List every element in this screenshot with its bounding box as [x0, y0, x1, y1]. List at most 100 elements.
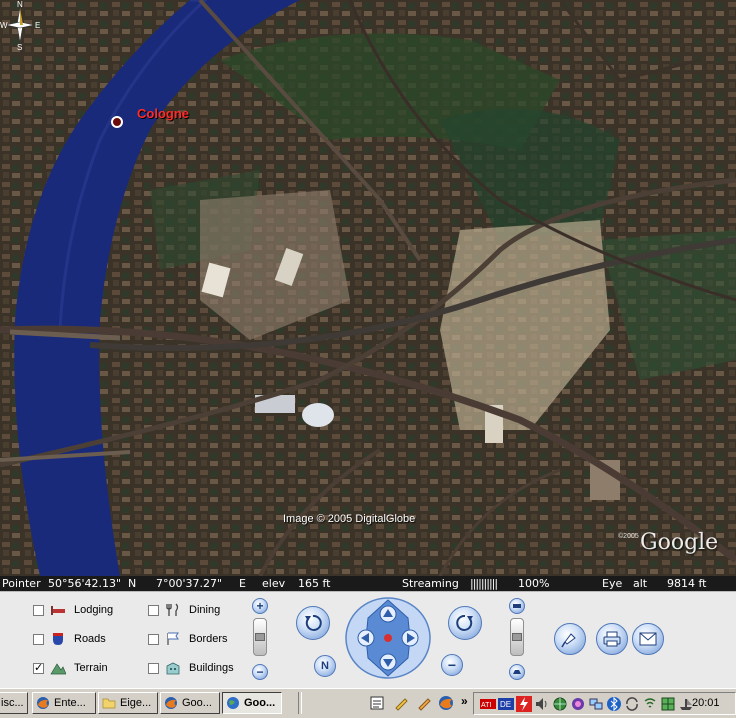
eye-altitude-value: 9814 ft — [667, 577, 707, 590]
google-logo: Google — [640, 530, 719, 555]
zoom-out-round-button[interactable]: − — [441, 654, 463, 676]
pointer-latitude: 50°56'42.13" — [48, 577, 122, 590]
placemark-button[interactable] — [554, 623, 586, 655]
fork-knife-icon — [166, 603, 179, 616]
layer-roads[interactable]: Roads — [33, 631, 133, 651]
control-panel: Lodging Roads ✓ Terrain Dining Borders B… — [0, 591, 736, 688]
lodging-label: Lodging — [74, 604, 114, 616]
layer-terrain[interactable]: ✓ Terrain — [33, 660, 133, 680]
compass-w-label: W — [0, 21, 8, 30]
latitude-hemisphere: N — [128, 577, 137, 590]
pointer-longitude: 7°00'37.27" — [156, 577, 223, 590]
rotate-cw-icon — [456, 614, 473, 631]
taskbar-button-2[interactable]: Ente... — [32, 692, 96, 714]
sync-icon[interactable] — [624, 696, 640, 712]
tilt-up-button[interactable] — [509, 598, 525, 614]
compass-s-label: S — [17, 43, 22, 50]
dining-label: Dining — [189, 604, 221, 616]
taskbar-button-1[interactable]: isc... — [0, 692, 28, 714]
streaming-progress-bar: |||||||||| — [470, 577, 498, 590]
volume-icon[interactable] — [534, 696, 550, 712]
taskbar-button-4-label: Goo... — [182, 697, 212, 709]
taskbar-button-5-label: Goo... — [244, 697, 276, 709]
system-clock[interactable]: 20:01 — [692, 697, 720, 709]
borders-label: Borders — [189, 633, 228, 645]
lightning-icon[interactable] — [516, 696, 532, 712]
taskbar-button-3[interactable]: Eige... — [98, 692, 158, 714]
zoom-out-button[interactable]: − — [252, 664, 268, 680]
taskbar-button-1-label: isc... — [1, 697, 24, 709]
tilt-down-icon — [513, 670, 521, 674]
email-button[interactable] — [632, 623, 664, 655]
bluetooth-icon[interactable] — [606, 696, 622, 712]
layer-dining[interactable]: Dining — [148, 602, 248, 622]
quicklaunch-notepad-icon[interactable] — [369, 695, 385, 711]
place-marker-dot[interactable] — [111, 116, 123, 128]
ati-icon[interactable]: ATI — [480, 696, 496, 712]
taskbar-separator — [298, 692, 302, 714]
tilt-slider[interactable] — [510, 618, 524, 656]
terrain-checkbox[interactable]: ✓ — [33, 663, 44, 674]
mountain-icon — [50, 663, 66, 675]
taskbar-button-2-label: Ente... — [54, 697, 86, 709]
svg-text:ATI: ATI — [481, 702, 491, 709]
compass-e-label: E — [35, 21, 40, 30]
layer-borders[interactable]: Borders — [148, 631, 248, 651]
lodging-checkbox[interactable] — [33, 605, 44, 616]
printer-icon — [603, 631, 621, 647]
layer-lodging[interactable]: Lodging — [33, 602, 133, 622]
bed-icon — [51, 606, 65, 615]
pointer-label: Pointer — [2, 577, 41, 590]
layer-buildings[interactable]: Buildings — [148, 660, 248, 680]
shield-tray-icon[interactable] — [570, 696, 586, 712]
rotate-right-button[interactable] — [448, 606, 482, 640]
envelope-icon — [639, 632, 657, 646]
buildings-checkbox[interactable] — [148, 663, 159, 674]
reset-north-button[interactable]: N — [314, 655, 336, 677]
terrain-label: Terrain — [74, 662, 108, 674]
print-button[interactable] — [596, 623, 628, 655]
road-shield-icon — [53, 633, 63, 645]
zoom-slider-thumb[interactable] — [255, 633, 265, 641]
streaming-label: Streaming — [402, 577, 459, 590]
language-de-icon[interactable]: DE — [498, 696, 514, 712]
taskbar-button-4[interactable]: Goo... — [160, 692, 220, 714]
quicklaunch-pencil2-icon[interactable] — [416, 695, 432, 711]
firefox-icon — [165, 697, 177, 709]
quicklaunch-firefox-icon[interactable] — [438, 695, 454, 711]
network-connection-icon[interactable] — [588, 696, 604, 712]
buildings-label: Buildings — [189, 662, 234, 674]
satellite-imagery — [0, 0, 736, 576]
tilt-down-button[interactable] — [509, 664, 525, 680]
taskbar-overflow-chevron[interactable]: » — [461, 694, 468, 708]
dining-checkbox[interactable] — [148, 605, 159, 616]
puzzle-icon[interactable] — [660, 696, 676, 712]
tilt-slider-thumb[interactable] — [512, 633, 522, 641]
elevation-value: 165 ft — [298, 577, 331, 590]
wireless-icon[interactable] — [642, 696, 658, 712]
place-label-cologne[interactable]: Cologne — [137, 106, 189, 121]
zoom-slider[interactable] — [253, 618, 267, 656]
compass-rose-icon: N W E S — [0, 0, 40, 50]
tilt-up-icon — [513, 604, 521, 608]
taskbar-button-google-earth[interactable]: Goo... — [222, 692, 282, 714]
zoom-in-button[interactable]: + — [252, 598, 268, 614]
system-tray: ATI DE 20:01 — [473, 692, 736, 715]
flag-icon — [167, 632, 179, 645]
compass-n-label: N — [17, 0, 23, 9]
firefox-icon — [37, 697, 49, 709]
elevation-label: elev — [262, 577, 286, 590]
folder-icon — [102, 698, 116, 709]
roads-checkbox[interactable] — [33, 634, 44, 645]
quicklaunch-pencil-icon[interactable] — [393, 695, 409, 711]
rotate-left-button[interactable] — [296, 606, 330, 640]
building-icon — [166, 662, 180, 675]
taskbar-button-3-label: Eige... — [120, 697, 152, 709]
pushpin-icon — [561, 633, 576, 648]
navigation-pad[interactable] — [344, 596, 432, 680]
svg-text:DE: DE — [500, 700, 511, 709]
imagery-credit: Image © 2005 DigitalGlobe — [283, 513, 416, 525]
satellite-map-view[interactable]: Cologne N W E S Image © 2005 DigitalGlob… — [0, 0, 736, 576]
borders-checkbox[interactable] — [148, 634, 159, 645]
network-globe-icon[interactable] — [552, 696, 568, 712]
